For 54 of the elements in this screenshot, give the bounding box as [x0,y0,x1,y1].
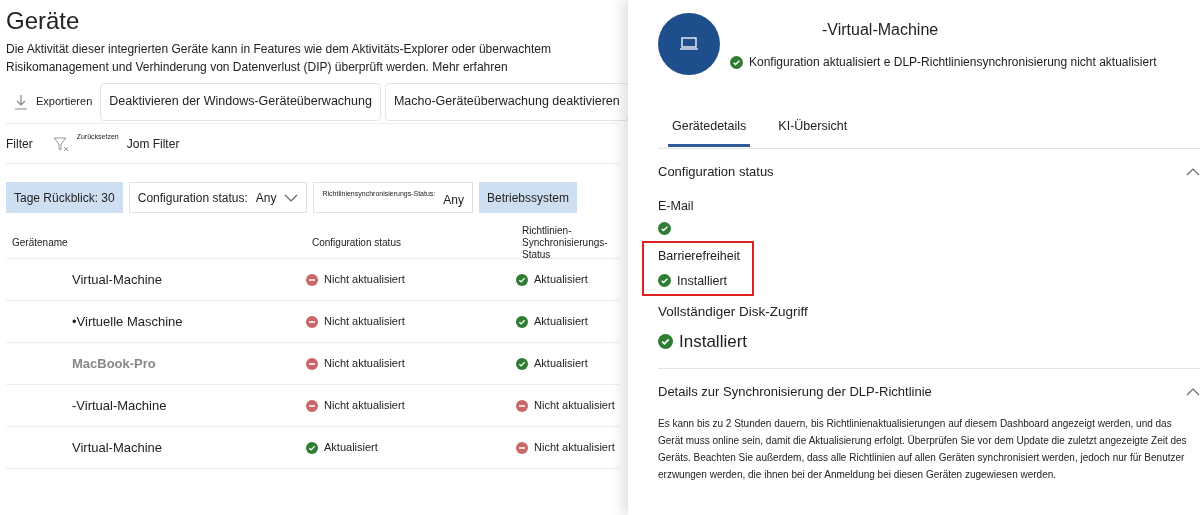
status-text: Aktualisiert [534,314,588,330]
download-icon [14,93,28,110]
filter-chip[interactable]: Tage Rückblick: 30 [6,182,123,213]
column-header[interactable]: Configuration status [312,237,522,249]
table-row[interactable]: Virtual-Machine Aktualisiert Nicht aktualisiert [6,427,620,469]
column-header[interactable]: Gerätename [12,237,312,249]
filter-button[interactable]: Jom Filter [126,134,180,153]
section-title: Configuration status [658,163,774,182]
status-text: Nicht aktualisiert [534,398,615,414]
status-text: Nicht aktualisiert [324,272,405,288]
filter-value: Any [443,191,464,209]
status-text: Konfiguration aktualisiert e DLP-Richtliniensynchronisierung nicht aktualisiert [749,54,1157,71]
item-label: Vollständiger Disk-Zugriff [658,303,808,322]
status-text: Nicht aktualisiert [324,398,405,414]
filter-chip[interactable]: Betriebssystem [479,182,578,213]
status-text: Nicht aktualisiert [324,314,405,330]
device-name: MacBook-Pro [71,354,157,373]
device-title: -Virtual-Machine [822,20,940,40]
chevron-down-icon[interactable] [284,193,299,202]
item-status: Installiert [679,330,748,353]
section-title: Details zur Synchronisierung der DLP-Richtlinie [658,383,932,402]
column-header[interactable]: Richtlinien-Synchronisierungs-Status [522,225,620,261]
device-name: Virtual-Machine [71,270,164,289]
laptop-icon [679,36,699,52]
status-text: Nicht aktualisiert [534,440,615,456]
toolbar-button[interactable]: Deaktivieren der Windows-Geräteüberwachung [100,82,381,121]
filter-reset-icon[interactable] [52,136,69,151]
tab[interactable]: Gerätedetails [668,112,751,147]
table-row[interactable]: -Virtual-Machine Nicht aktualisiert Nicht aktualisiert [6,385,620,427]
page-title: Geräte [6,6,81,36]
device-name: •Virtuelle Maschine [71,312,184,331]
status-text: Nicht aktualisiert [324,356,405,372]
item-label: Barrierefreiheit [658,247,740,265]
item-label: E-Mail [658,198,694,215]
tab[interactable]: KI-Übersicht [774,112,852,147]
learn-more-link[interactable]: Mehr erfahren [432,60,508,74]
filter-dropdown[interactable]: Configuration status: Any [128,182,308,213]
table-row[interactable]: Virtual-Machine Nicht aktualisiert Aktualisiert [6,259,620,301]
page-description: Die Aktivität dieser integrierten Geräte kann in Features wie dem Aktivitäts-Explorer oder überwachtem Risikomanagement und Verhinderung von Datenverlust (DIP) überprüft werden. Mehr erfahren [6,41,552,76]
status-text: Aktualisiert [534,356,588,372]
chevron-up-icon[interactable] [1186,168,1200,176]
device-name: -Virtual-Machine [71,396,168,415]
status-text: Aktualisiert [324,440,378,456]
table-row[interactable]: MacBook-Pro Nicht aktualisiert Aktualisiert [6,343,620,385]
filter-label: Configuration status: [137,189,248,207]
export-button[interactable]: Exportieren [6,93,97,110]
item-status: Installiert [677,272,728,290]
chevron-up-icon[interactable] [1186,388,1200,396]
device-name: Virtual-Machine [71,438,164,457]
sync-details-text: Es kann bis zu 2 Stunden dauern, bis Richtlinienaktualisierungen auf diesem Dashboard angezeigt werden, und das Gerät muss online sein, damit die Aktualisierung erfolgt. Überprüfen Sie vor dem Update die zuletzt angezeigte Zeit des Geräts. Beachten Sie außerdem, dass alle Richtlinien auf allen Geräten synchronisiert werden, jedoch nur für Benutzer erzwungen werden, die ihnen bei der Anmeldung bei diesen Geräten zugewiesen werden. [658,417,1188,482]
status-text: Aktualisiert [534,272,588,288]
filter-label: Filter [6,135,33,153]
table-row[interactable]: •Virtuelle Maschine Nicht aktualisiert Aktualisiert [6,301,620,343]
filter-value: Any [255,189,277,207]
